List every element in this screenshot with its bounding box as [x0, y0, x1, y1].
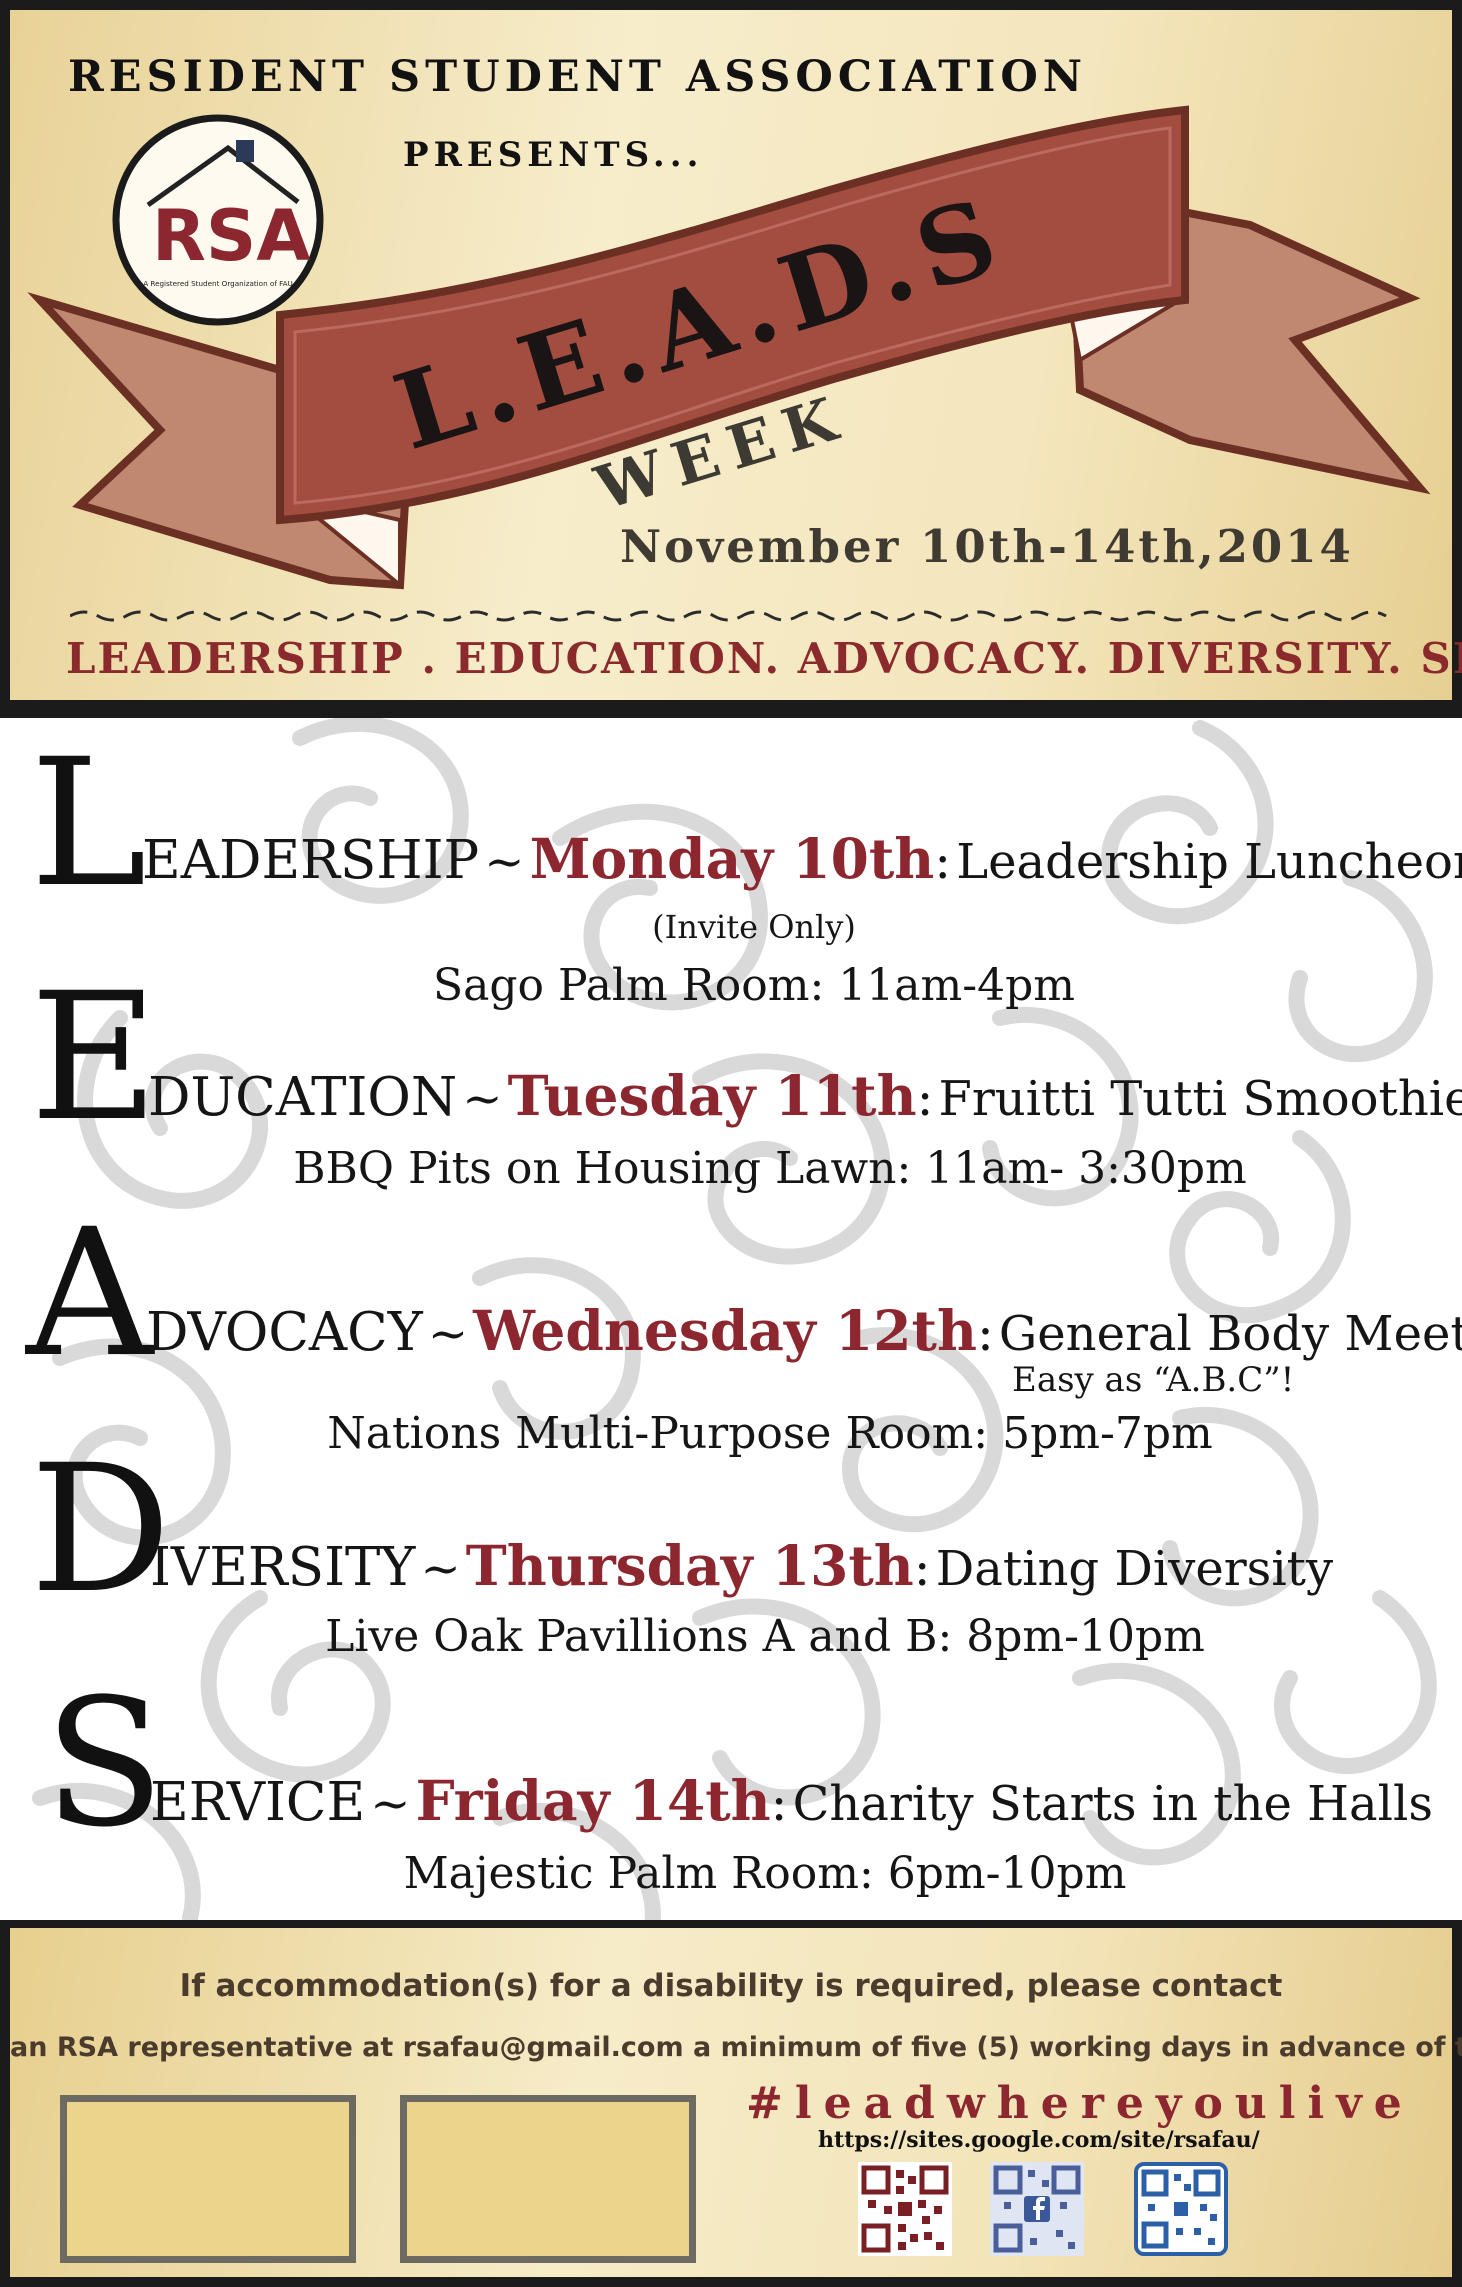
initial-letter-l: L — [30, 721, 147, 926]
event-title: General Body Meeting — [998, 1306, 1462, 1362]
initial-letter-s: S — [44, 1661, 165, 1866]
accessibility-notice-line1: If accommodation(s) for a disability is … — [179, 1968, 1283, 2004]
events-panel: L EADERSHIP ~ Monday 10th: Leadership Lu… — [0, 718, 1462, 1920]
event-location: BBQ Pits on Housing Lawn: 11am- 3:30pm — [293, 1143, 1247, 1194]
logo-tagline: A Registered Student Organization of FAU — [143, 279, 293, 288]
event-day: Friday 14th — [415, 1768, 771, 1833]
event-category: DVOCACY — [146, 1302, 423, 1363]
separator: ~ — [484, 834, 525, 890]
event-location: Nations Multi-Purpose Room: 5pm-7pm — [327, 1408, 1213, 1459]
event-day: Monday 10th — [529, 826, 935, 891]
separator: ~ — [427, 1306, 469, 1362]
org-title: RESIDENT STUDENT ASSOCIATION — [68, 52, 1088, 102]
event-day: Wednesday 12th — [473, 1298, 977, 1363]
event-title: Dating Diversity — [935, 1541, 1334, 1597]
event-location: Live Oak Pavillions A and B: 8pm-10pm — [325, 1611, 1205, 1662]
event-title: Fruitti Tutti Smoothie — [938, 1071, 1462, 1127]
event-line-education: DUCATION ~ Tuesday 11th: Fruitti Tutti S… — [148, 1063, 1462, 1128]
rsa-logo: RSA A Registered Student Organization of… — [108, 110, 328, 330]
placeholder-box-right — [400, 2095, 696, 2263]
colon: : — [976, 1304, 994, 1362]
event-note: (Invite Only) — [652, 908, 856, 946]
event-location: Sago Palm Room: 11am-4pm — [433, 960, 1075, 1011]
event-category: IVERSITY — [150, 1537, 416, 1598]
event-line-diversity: IVERSITY ~ Thursday 13th: Dating Diversi… — [150, 1533, 1333, 1598]
facebook-qr-icon[interactable] — [990, 2162, 1084, 2256]
colon: : — [916, 1069, 934, 1127]
event-line-advocacy: DVOCACY ~ Wednesday 12th: General Body M… — [146, 1298, 1462, 1363]
website-link[interactable]: https://sites.google.com/site/rsafau/ — [818, 2127, 1260, 2153]
event-day: Tuesday 11th — [507, 1063, 917, 1128]
event-day: Thursday 13th — [465, 1533, 914, 1598]
qr-code-icon[interactable] — [1134, 2162, 1228, 2256]
placeholder-box-left — [60, 2095, 356, 2263]
logo-text: RSA — [152, 195, 311, 277]
initial-letter-e: E — [30, 955, 159, 1160]
wavy-divider — [70, 610, 1387, 622]
event-line-leadership: EADERSHIP ~ Monday 10th: Leadership Lunc… — [142, 826, 1462, 891]
footer-panel: If accommodation(s) for a disability is … — [10, 1928, 1462, 2277]
qr-code-icon[interactable] — [858, 2162, 952, 2256]
header-panel: L.E.A.D.S WEEK RESIDENT STUDENT ASSOCIAT… — [10, 10, 1462, 700]
presents-text: PRESENTS... — [403, 135, 704, 175]
event-title: Leadership Luncheon — [956, 834, 1462, 890]
event-date: November 10th-14th,2014 — [620, 520, 1354, 573]
separator: ~ — [420, 1541, 461, 1597]
event-location: Majestic Palm Room: 6pm-10pm — [403, 1848, 1127, 1899]
colon: : — [770, 1774, 788, 1832]
event-title: Charity Starts in the Halls — [792, 1776, 1433, 1832]
colon: : — [934, 832, 952, 890]
accessibility-notice-line2: an RSA representative at rsafau@gmail.co… — [10, 2032, 1462, 2063]
initial-letter-a: A — [26, 1191, 154, 1396]
event-note: Easy as “A.B.C”! — [1012, 1360, 1295, 1400]
colon: : — [913, 1539, 931, 1597]
event-category: DUCATION — [148, 1067, 458, 1128]
flyer: L.E.A.D.S WEEK RESIDENT STUDENT ASSOCIAT… — [0, 0, 1462, 2287]
event-line-service: ERVICE ~ Friday 14th: Charity Starts in … — [150, 1768, 1433, 1833]
hashtag: #leadwhereyoulive — [746, 2078, 1414, 2129]
values-line: LEADERSHIP . EDUCATION. ADVOCACY. DIVERS… — [66, 634, 1462, 683]
separator: ~ — [462, 1071, 503, 1127]
event-category: ERVICE — [150, 1772, 366, 1833]
separator: ~ — [370, 1776, 411, 1832]
event-category: EADERSHIP — [142, 830, 480, 891]
